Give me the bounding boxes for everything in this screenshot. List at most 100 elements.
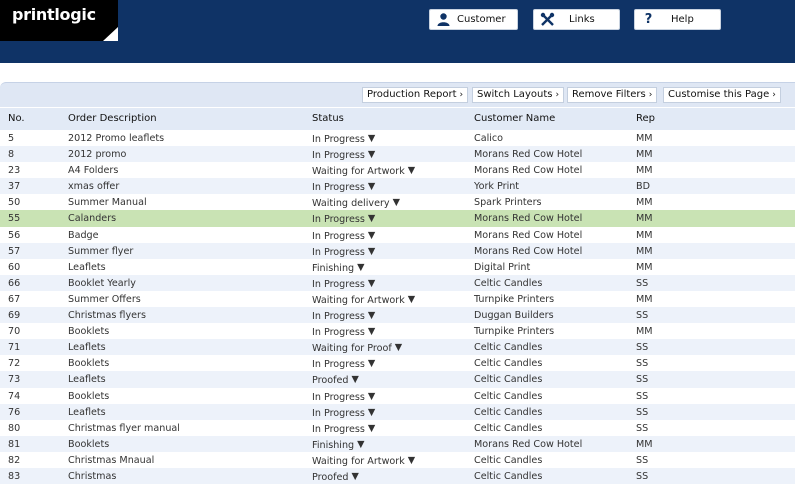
order-status[interactable]: Finishing ▼ [312,262,365,274]
order-description: Christmas flyers [68,310,146,321]
switch-layouts-button[interactable]: Switch Layouts › [472,87,565,103]
order-status[interactable]: In Progress ▼ [312,246,375,258]
table-row[interactable]: 37 xmas offer In Progress ▼ York Print BD [0,178,795,195]
order-status[interactable]: Waiting for Artwork ▼ [312,294,415,306]
status-dropdown-icon[interactable]: ▼ [351,374,358,385]
table-row[interactable]: 74 Booklets In Progress ▼ Celtic Candles SS [0,388,795,404]
order-status[interactable]: In Progress ▼ [312,407,375,419]
order-status-text: In Progress [312,327,365,339]
status-dropdown-icon[interactable]: ▼ [357,439,364,450]
customer-name: Morans Red Cow Hotel [474,246,582,257]
table-row[interactable]: 76 Leaflets In Progress ▼ Celtic Candles SS [0,403,795,420]
order-status[interactable]: In Progress ▼ [312,326,375,338]
order-description-text: 2012 Promo leaflets [68,133,165,144]
status-dropdown-icon[interactable]: ▼ [368,423,375,434]
order-status[interactable]: In Progress ▼ [312,149,375,161]
status-dropdown-icon[interactable]: ▼ [368,213,375,224]
table-row[interactable]: 80 Christmas flyer manual In Progress ▼ Celt… [0,420,795,436]
status-dropdown-icon[interactable]: ▼ [351,471,358,482]
status-dropdown-icon[interactable]: ▼ [408,294,415,305]
status-dropdown-icon[interactable]: ▼ [368,407,375,418]
order-description-text: Leaflets [68,374,106,386]
printlogic-logo[interactable]: printlogic [0,0,118,41]
customer-name: Celtic Candles [474,423,542,434]
status-dropdown-icon[interactable]: ▼ [368,326,375,337]
table-row[interactable]: 5 2012 Promo leaflets In Progress ▼ Calico MM [0,130,795,146]
table-row[interactable]: 73 Leaflets Proofed ▼ Celtic Candles SS [0,371,795,388]
table-row[interactable]: 83 Christmas Proofed ▼ Celtic Candles SS [0,467,795,485]
status-dropdown-icon[interactable]: ▼ [368,133,375,144]
customer-name: Celtic Candles [474,407,542,418]
customer-button[interactable]: Customer [429,9,518,30]
table-row[interactable]: 60 Leaflets Finishing ▼ Digital Print MM [0,259,795,275]
order-status[interactable]: Waiting delivery ▼ [312,197,400,209]
customise-page-button[interactable]: Customise this Page › [663,87,781,103]
status-dropdown-icon[interactable]: ▼ [368,310,375,321]
status-dropdown-icon[interactable]: ▼ [395,342,402,353]
order-status[interactable]: In Progress ▼ [312,391,375,403]
order-status[interactable]: In Progress ▼ [312,278,375,290]
customer-name-text: Celtic Candles [474,390,543,402]
rep-initials-text: MM [636,165,653,177]
order-description: Summer Manual [68,197,147,208]
order-status[interactable]: Waiting for Proof ▼ [312,342,402,354]
column-header-status[interactable]: Status [312,113,344,124]
table-row[interactable]: 72 Booklets In Progress ▼ Celtic Candles SS [0,355,795,371]
column-header-no[interactable]: No. [8,113,25,124]
rep-initials: MM [636,294,653,305]
table-row[interactable]: 81 Booklets Finishing ▼ Morans Red Cow Hotel… [0,435,795,452]
order-status[interactable]: Finishing ▼ [312,439,365,451]
status-dropdown-icon[interactable]: ▼ [368,358,375,369]
status-dropdown-icon[interactable]: ▼ [368,181,375,192]
status-dropdown-icon[interactable]: ▼ [368,149,375,160]
order-status[interactable]: In Progress ▼ [312,310,375,322]
status-dropdown-icon[interactable]: ▼ [368,230,375,241]
customer-name: Celtic Candles [474,391,542,402]
order-status[interactable]: In Progress ▼ [312,181,375,193]
remove-filters-button[interactable]: Remove Filters › [567,87,658,103]
order-number-text: 56 [8,229,21,241]
table-row[interactable]: 82 Christmas Mnaual Waiting for Artwork ▼ Ce… [0,452,795,468]
table-row[interactable]: 67 Summer Offers Waiting for Artwork ▼ Turnp… [0,291,795,307]
status-dropdown-icon[interactable]: ▼ [368,278,375,289]
chevron-right-icon: › [648,90,653,100]
table-row[interactable]: 23 A4 Folders Waiting for Artwork ▼ Morans R… [0,162,795,178]
order-status[interactable]: Waiting for Artwork ▼ [312,455,415,467]
table-row[interactable]: 66 Booklet Yearly In Progress ▼ Celtic Candl… [0,274,795,291]
status-dropdown-icon[interactable]: ▼ [408,455,415,466]
order-status[interactable]: Waiting for Artwork ▼ [312,165,415,177]
order-number: 5 [8,133,14,144]
table-row[interactable]: 55 Calanders In Progress ▼ Morans Red Cow Ho… [0,210,795,227]
table-row[interactable]: 57 Summer flyer In Progress ▼ Morans Red Cow… [0,242,795,259]
order-status[interactable]: In Progress ▼ [312,230,375,242]
production-report-button[interactable]: Production Report › [362,87,469,103]
order-status[interactable]: In Progress ▼ [312,133,375,145]
table-row[interactable]: 71 Leaflets Waiting for Proof ▼ Celtic Candl… [0,339,795,356]
table-row[interactable]: 69 Christmas flyers In Progress ▼ Duggan Bui… [0,307,795,324]
rep-initials: SS [636,423,648,434]
order-status[interactable]: In Progress ▼ [312,358,375,370]
column-header-customer[interactable]: Customer Name [474,113,555,124]
links-button[interactable]: Links [533,9,620,30]
order-description-text: Booklets [68,358,110,370]
order-status[interactable]: In Progress ▼ [312,423,375,435]
table-row[interactable]: 56 Badge In Progress ▼ Morans Red Cow Hotel M… [0,227,795,243]
status-dropdown-icon[interactable]: ▼ [357,262,364,273]
table-row[interactable]: 70 Booklets In Progress ▼ Turnpike Printers M… [0,323,795,339]
status-dropdown-icon[interactable]: ▼ [368,391,375,402]
help-button[interactable]: ? Help [634,9,721,30]
order-status-text: In Progress [312,407,365,419]
customer-name-text: Celtic Candles [474,358,543,370]
order-number: 60 [8,262,20,273]
table-row[interactable]: 8 2012 promo In Progress ▼ Morans Red Cow Ho… [0,146,795,163]
status-dropdown-icon[interactable]: ▼ [393,197,400,208]
status-dropdown-icon[interactable]: ▼ [368,246,375,257]
table-row[interactable]: 50 Summer Manual Waiting delivery ▼ Spark Pr… [0,194,795,210]
column-header-rep[interactable]: Rep [636,113,655,124]
status-dropdown-icon[interactable]: ▼ [408,165,415,176]
order-status-text: In Progress [312,230,365,242]
order-status[interactable]: In Progress ▼ [312,213,375,225]
column-header-description[interactable]: Order Description [68,113,157,124]
order-status[interactable]: Proofed ▼ [312,471,359,483]
order-status[interactable]: Proofed ▼ [312,374,359,386]
